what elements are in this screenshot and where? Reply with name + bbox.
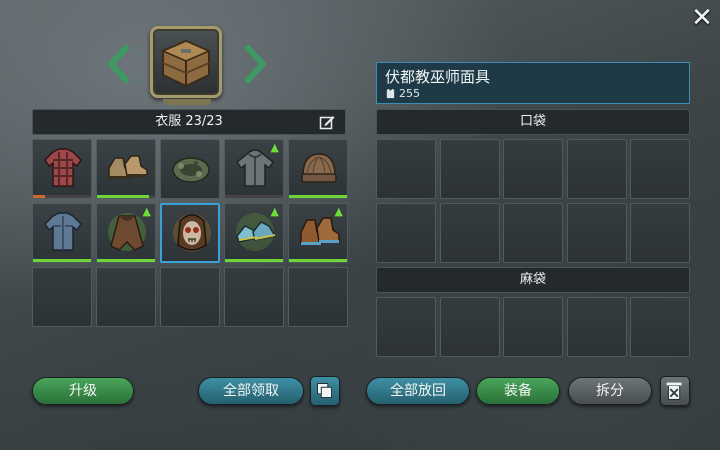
item-slot-work-boots[interactable]: ▲ bbox=[288, 203, 348, 263]
pocket-slot[interactable] bbox=[376, 139, 436, 199]
pocket-slot[interactable] bbox=[567, 139, 627, 199]
work-boots-icon bbox=[300, 217, 340, 245]
item-slot-camo-bandana[interactable] bbox=[160, 139, 220, 199]
stack-icon[interactable] bbox=[310, 376, 340, 406]
item-slot-plaid-jacket[interactable] bbox=[32, 139, 92, 199]
claim-all-button[interactable]: 全部领取 bbox=[198, 377, 304, 405]
empty-slot[interactable] bbox=[96, 267, 156, 327]
pocket-slot[interactable] bbox=[503, 139, 563, 199]
close-icon[interactable]: ✕ bbox=[688, 4, 716, 32]
empty-slot[interactable] bbox=[160, 267, 220, 327]
item-slot-green-sneakers[interactable]: ▲ bbox=[224, 203, 284, 263]
item-slot-denim-jacket[interactable] bbox=[32, 203, 92, 263]
plaid-shirt-icon bbox=[44, 148, 82, 187]
item-slot-voodoo-mask[interactable] bbox=[160, 203, 220, 263]
poncho-icon bbox=[108, 213, 146, 251]
sack-slot[interactable] bbox=[630, 297, 690, 357]
skull-mask-icon bbox=[173, 214, 211, 252]
sack-slot[interactable] bbox=[567, 297, 627, 357]
pocket-slot[interactable] bbox=[440, 203, 500, 263]
empty-slot[interactable] bbox=[288, 267, 348, 327]
pocket-slot[interactable] bbox=[503, 203, 563, 263]
sack-title-bar: 麻袋 bbox=[376, 267, 690, 293]
denim-jacket-icon bbox=[44, 212, 82, 251]
equip-button[interactable]: 装备 bbox=[476, 377, 560, 405]
sack-slot[interactable] bbox=[440, 297, 500, 357]
item-name: 伏都教巫师面具 bbox=[385, 68, 491, 86]
item-slot-leather-boots[interactable] bbox=[96, 139, 156, 199]
pocket-slot[interactable] bbox=[630, 203, 690, 263]
boots-icon bbox=[108, 155, 148, 179]
clothing-title: 衣服 23/23 bbox=[155, 114, 223, 129]
dismantle-button[interactable]: 拆分 bbox=[568, 377, 652, 405]
bandana-icon bbox=[172, 157, 210, 183]
empty-slot[interactable] bbox=[224, 267, 284, 327]
pocket-title-bar: 口袋 bbox=[376, 109, 690, 135]
sack-slot[interactable] bbox=[376, 297, 436, 357]
sack-slot[interactable] bbox=[503, 297, 563, 357]
supply-crate-icon[interactable] bbox=[150, 26, 222, 105]
clothing-title-bar: 衣服 23/23 bbox=[32, 109, 346, 135]
item-detail-panel: 伏都教巫师面具 255 bbox=[376, 62, 690, 104]
empty-slot[interactable] bbox=[32, 267, 92, 327]
chevron-right-icon[interactable] bbox=[242, 44, 268, 84]
return-all-button[interactable]: 全部放回 bbox=[366, 377, 470, 405]
armor-icon bbox=[386, 88, 395, 99]
pocket-slot[interactable] bbox=[630, 139, 690, 199]
pencil-edit-icon[interactable] bbox=[319, 114, 335, 130]
item-slot-gray-hoodie[interactable]: ▲ bbox=[224, 139, 284, 199]
beanie-icon bbox=[301, 153, 337, 183]
sneakers-icon bbox=[236, 213, 277, 251]
hoodie-icon bbox=[235, 149, 275, 187]
item-slot-knit-beanie[interactable] bbox=[288, 139, 348, 199]
pocket-slot[interactable] bbox=[376, 203, 436, 263]
pocket-slot[interactable] bbox=[567, 203, 627, 263]
item-slot-fur-poncho[interactable]: ▲ bbox=[96, 203, 156, 263]
sack-title: 麻袋 bbox=[519, 272, 546, 287]
pocket-title: 口袋 bbox=[519, 114, 546, 129]
chevron-left-icon[interactable] bbox=[106, 44, 132, 84]
upgrade-button[interactable]: 升级 bbox=[32, 377, 134, 405]
pocket-slot[interactable] bbox=[440, 139, 500, 199]
trash-icon[interactable] bbox=[660, 376, 690, 406]
item-armor-value: 255 bbox=[399, 87, 420, 100]
